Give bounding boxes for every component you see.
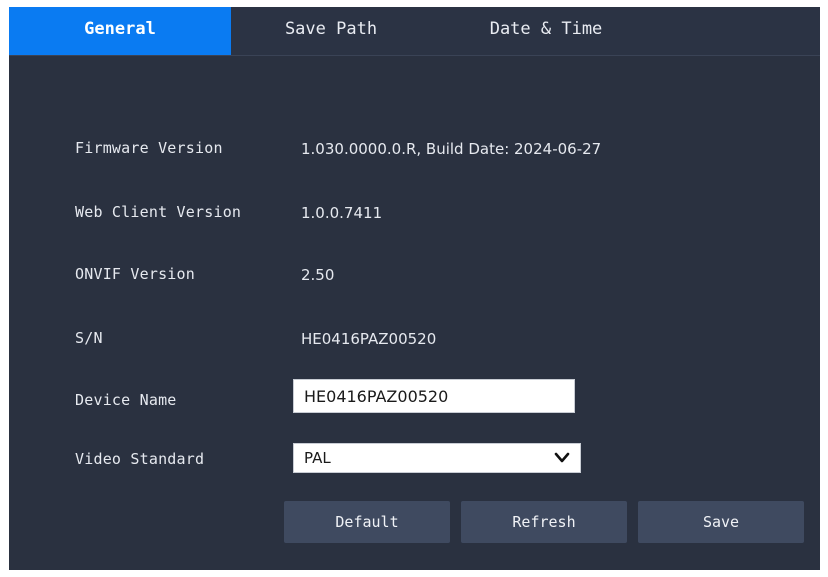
tab-date-time[interactable]: Date & Time [431, 7, 661, 55]
serial-number-value: HE0416PAZ00520 [301, 330, 437, 348]
tab-save-path[interactable]: Save Path [231, 7, 431, 55]
onvif-version-value: 2.50 [301, 266, 335, 284]
web-client-version-label: Web Client Version [75, 203, 242, 221]
save-button[interactable]: Save [638, 501, 804, 543]
device-name-input[interactable] [293, 379, 575, 413]
refresh-button[interactable]: Refresh [461, 501, 627, 543]
firmware-version-label: Firmware Version [75, 139, 223, 157]
default-button[interactable]: Default [284, 501, 450, 543]
tab-bar: General Save Path Date & Time [9, 7, 820, 56]
serial-number-label: S/N [75, 329, 103, 347]
video-standard-select[interactable]: PAL [293, 443, 581, 473]
firmware-version-value: 1.030.0000.0.R, Build Date: 2024-06-27 [301, 140, 602, 158]
web-client-version-value: 1.0.0.7411 [301, 204, 383, 222]
onvif-version-label: ONVIF Version [75, 265, 195, 283]
chevron-down-icon [554, 452, 570, 463]
video-standard-value: PAL [304, 449, 331, 467]
settings-panel: General Save Path Date & Time Firmware V… [9, 7, 820, 570]
video-standard-label: Video Standard [75, 450, 205, 468]
tab-general[interactable]: General [9, 7, 231, 55]
device-name-label: Device Name [75, 391, 177, 409]
